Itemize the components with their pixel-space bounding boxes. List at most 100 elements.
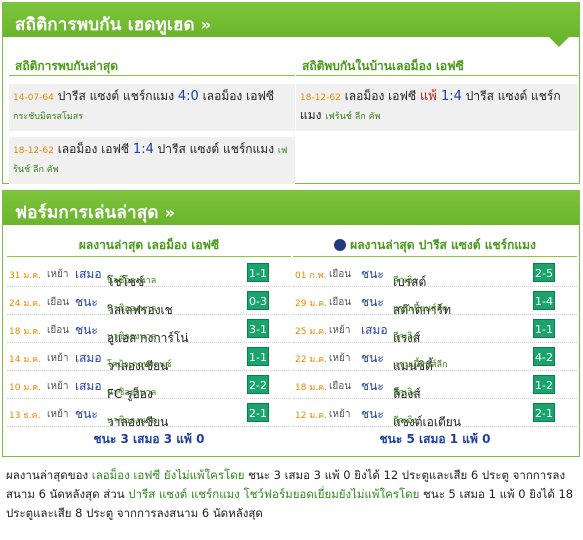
form-row[interactable]: 25 ม.ค. เหย้า เสมอ แรงส์ ลีกเอิง 1-1 xyxy=(293,315,577,345)
row-score-badge: 1-4 xyxy=(533,291,555,310)
row-date: 14 ม.ค. xyxy=(9,355,41,365)
home-team: เลอม็อง เอฟซี xyxy=(57,142,130,156)
form-rows: 01 ก.พ. เยือน ชนะ เบรสต์ ลีกเอิง 2-5 29 ม.ค. เ… xyxy=(293,259,577,429)
form-column-title: ผลงานล่าสุด ปารีส แซงต์ แชร์กแมง xyxy=(350,238,536,252)
row-venue: เยือน xyxy=(329,269,352,280)
row-score-badge: 2-1 xyxy=(247,403,269,422)
row-score-badge: 2-2 xyxy=(247,375,269,394)
chevron-right-icon: » xyxy=(200,15,212,34)
form-row[interactable]: 13 ธ.ค. เหย้า ชนะ วาลองเซียน นาซิอองนาล 2-1 xyxy=(7,399,291,429)
row-result: เสมอ xyxy=(75,351,102,365)
h2h-match[interactable]: 14-07-64 ปารีส แซงต์ แชร์กแมง 4:0 เลอม็อ… xyxy=(9,84,295,131)
result-tag: แพ้ xyxy=(419,89,437,104)
row-result: ชนะ xyxy=(361,379,384,393)
form-row[interactable]: 01 ก.พ. เยือน ชนะ เบรสต์ ลีกเอิง 2-5 xyxy=(293,259,577,289)
row-venue: เยือน xyxy=(329,381,352,392)
row-score-badge: 1-1 xyxy=(247,347,269,366)
row-league: ลีกเอิง xyxy=(393,332,417,342)
home-team: เลอม็อง เอฟซี xyxy=(344,89,417,103)
team-link[interactable]: ปารีส แซงต์ แชร์กแมง โชว์ฟอร์มยอดเยี่ยมย… xyxy=(128,487,419,501)
row-score-badge: 1-1 xyxy=(247,263,269,282)
row-score-badge: 3-1 xyxy=(247,319,269,338)
h2h-home-column: สถิติพบกันในบ้านเลอม็อง เอฟซี 18-12-62 เ… xyxy=(296,53,578,137)
away-team: เลอม็อง เอฟซี xyxy=(202,89,275,103)
match-score: 4:0 xyxy=(177,89,199,104)
row-league: นาซิอองนาล xyxy=(107,388,157,398)
form-column-away: ผลงานล่าสุด ปารีส แซงต์ แชร์กแมง 01 ก.พ.… xyxy=(293,235,577,451)
row-date: 25 ม.ค. xyxy=(295,327,327,337)
row-date: 18 ม.ค. xyxy=(9,327,41,337)
h2h-recent-title: สถิติการพบกันล่าสุด xyxy=(15,59,119,73)
row-date: 29 ม.ค. xyxy=(295,299,327,309)
form-column-home: ผลงานล่าสุด เลอม็อง เอฟซี 31 ม.ค. เหย้า เส… xyxy=(7,235,291,451)
match-date: 18-12-62 xyxy=(13,146,54,156)
form-row[interactable]: 31 ม.ค. เหย้า เสมอ โชโซซ์ นาซิอองนาล 1-1 xyxy=(7,259,291,289)
row-league: ลีกเอิง xyxy=(393,276,417,286)
row-date: 18 ม.ค. xyxy=(295,383,327,393)
h2h-recent-column: สถิติการพบกันล่าสุด 14-07-64 ปารีส แซงต์… xyxy=(9,53,295,190)
chevron-right-icon: » xyxy=(164,203,176,222)
row-score-badge: 0-3 xyxy=(247,291,269,310)
h2h-match[interactable]: 18-12-62 เลอม็อง เอฟซี แพ้ 1:4 ปารีส แซง… xyxy=(296,84,578,131)
form-row[interactable]: 12 ม.ค. เหย้า ชนะ แซงต์เอเตียน ลีกเอิง 2-1 xyxy=(293,399,577,429)
form-header: ฟอร์มการเล่นล่าสุด » xyxy=(3,191,579,225)
form-row[interactable]: 22 ม.ค. เหย้า ชนะ แมนซิตี้ แชมเปี้ยนส์ลีก 4-… xyxy=(293,343,577,373)
form-row[interactable]: 14 ม.ค. เหย้า เสมอ วาลองเซียน โคป้าเดอฟรานซ… xyxy=(7,343,291,373)
h2h-panel: สถิติการพบกัน เฮดทูเฮด » สถิติการพบกันล่า… xyxy=(2,2,580,184)
row-result: เสมอ xyxy=(75,267,102,281)
row-league: ลีกเอิง xyxy=(393,388,417,398)
row-venue: เหย้า xyxy=(329,325,351,336)
row-result: ชนะ xyxy=(75,407,98,421)
team-link[interactable]: เลอม็อง เอฟซี ยังไม่แพ้ใครโดย xyxy=(92,468,245,482)
row-result: ชนะ xyxy=(75,323,98,337)
row-date: 31 ม.ค. xyxy=(9,271,41,281)
form-row[interactable]: 18 ม.ค. เยือน ชนะ ล็องส์ ลีกเอิง 1-2 xyxy=(293,371,577,401)
row-league: นาซิอองนาล xyxy=(107,332,157,342)
row-venue: เยือน xyxy=(47,297,70,308)
row-league: โคป้าเดอฟรานซ์ xyxy=(107,360,172,370)
row-date: 13 ธ.ค. xyxy=(9,411,41,421)
row-venue: เหย้า xyxy=(329,409,351,420)
row-date: 24 ม.ค. xyxy=(9,299,41,309)
h2h-home-title: สถิติพบกันในบ้านเลอม็อง เอฟซี xyxy=(302,59,464,73)
form-column-title: ผลงานล่าสุด เลอม็อง เอฟซี xyxy=(7,235,291,257)
row-result: ชนะ xyxy=(361,351,384,365)
row-league: แชมเปี้ยนส์ลีก xyxy=(393,304,448,314)
header-notch xyxy=(549,37,569,47)
match-date: 14-07-64 xyxy=(13,93,54,103)
row-date: 10 ม.ค. xyxy=(9,383,41,393)
row-venue: เยือน xyxy=(47,325,70,336)
form-analysis-text: ผลงานล่าสุดของ เลอม็อง เอฟซี ยังไม่แพ้ใค… xyxy=(6,466,578,523)
row-result: ชนะ xyxy=(361,295,384,309)
row-result: ชนะ xyxy=(361,407,384,421)
row-league: ลีกเอิง xyxy=(393,416,417,426)
form-rows: 31 ม.ค. เหย้า เสมอ โชโซซ์ นาซิอองนาล 1-1 24 ม… xyxy=(7,259,291,429)
row-venue: เหย้า xyxy=(47,269,69,280)
form-row[interactable]: 24 ม.ค. เยือน ชนะ วิลเลฟรองเช นาซิอองนาล 0-3 xyxy=(7,287,291,317)
form-row[interactable]: 29 ม.ค. เยือน ชนะ สต๊าดการ์ท แชมเปี้ยนส์ลีก… xyxy=(293,287,577,317)
row-date: 01 ก.พ. xyxy=(295,271,327,281)
form-title: ฟอร์มการเล่นล่าสุด xyxy=(15,203,159,223)
row-result: เสมอ xyxy=(75,379,102,393)
row-venue: เยือน xyxy=(329,297,352,308)
match-league: กระชับมิตรสโมสร xyxy=(13,112,84,122)
form-row[interactable]: 10 ม.ค. เหย้า เสมอ FC รูอ็อง นาซิอองนาล 2-2 xyxy=(7,371,291,401)
h2h-match[interactable]: 18-12-62 เลอม็อง เอฟซี 1:4 ปารีส แซงต์ แ… xyxy=(9,137,295,184)
row-league: นาซิอองนาล xyxy=(107,416,157,426)
home-team: ปารีส แซงต์ แชร์กแมง xyxy=(57,89,175,103)
form-panel: ฟอร์มการเล่นล่าสุด » ผลงานล่าสุด เลอม็อง … xyxy=(2,190,580,457)
club-crest-icon xyxy=(334,239,347,251)
row-score-badge: 4-2 xyxy=(533,347,555,366)
row-league: นาซิอองนาล xyxy=(107,276,157,286)
match-score: 1:4 xyxy=(441,89,462,104)
row-result: ชนะ xyxy=(361,267,384,281)
match-date: 18-12-62 xyxy=(300,93,341,103)
row-date: 22 ม.ค. xyxy=(295,355,327,365)
away-team: ปารีส แซงต์ แชร์กแมง xyxy=(157,142,275,156)
row-date: 12 ม.ค. xyxy=(295,411,327,421)
form-row[interactable]: 18 ม.ค. เยือน ชนะ อูแอส กงการ์โน่ นาซิอองนา… xyxy=(7,315,291,345)
row-result: เสมอ xyxy=(361,323,388,337)
row-venue: เหย้า xyxy=(47,353,69,364)
row-score-badge: 1-2 xyxy=(533,375,555,394)
row-league: แชมเปี้ยนส์ลีก xyxy=(393,360,448,370)
